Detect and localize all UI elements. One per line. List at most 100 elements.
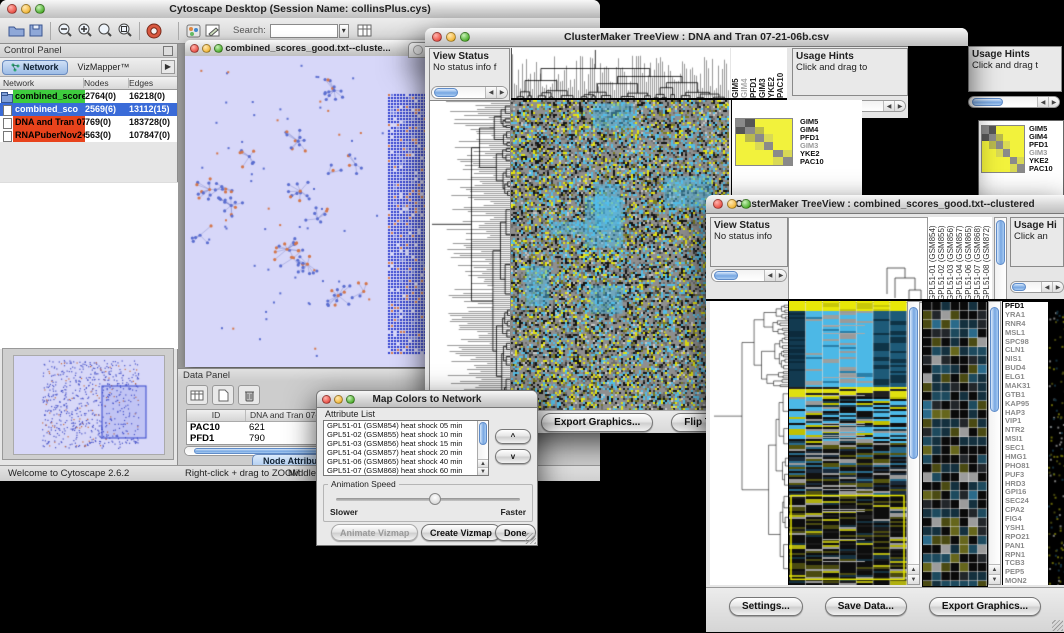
- column-label[interactable]: GIM5: [731, 48, 740, 98]
- zoom-heatmap[interactable]: [922, 301, 988, 587]
- gene-name[interactable]: MON2: [1005, 577, 1048, 585]
- close-icon[interactable]: [7, 4, 17, 14]
- attribute-item[interactable]: GPL51-04 (GSM857) heat shock 20 min: [324, 448, 476, 457]
- treeview-action-button[interactable]: Settings...: [729, 597, 803, 616]
- column-label[interactable]: PAC10: [776, 48, 785, 98]
- gene-label[interactable]: PAC10: [1029, 165, 1053, 173]
- annotation-icon[interactable]: [203, 22, 223, 40]
- main-titlebar[interactable]: Cytoscape Desktop (Session Name: collins…: [0, 0, 600, 19]
- slider-thumb[interactable]: [429, 493, 441, 505]
- genelist-vscrollbar[interactable]: ▲▼: [988, 301, 1001, 585]
- expression-heatmap[interactable]: [788, 301, 907, 585]
- col-header-id[interactable]: ID: [187, 410, 246, 421]
- treeview-action-button[interactable]: Export Graphics...: [929, 597, 1041, 616]
- row-dendrogram[interactable]: [429, 100, 511, 422]
- attribute-listbox[interactable]: GPL51-01 (GSM854) heat shock 05 minGPL51…: [323, 420, 489, 476]
- usage-hints-scrollbar[interactable]: ◀▶: [968, 96, 1060, 108]
- column-dendrogram[interactable]: [788, 217, 928, 303]
- column-label[interactable]: PFD1: [749, 48, 758, 98]
- network-list-row[interactable]: RNAPuberNov2+! 563(0) 107847(0): [0, 129, 177, 142]
- speed-slider[interactable]: [336, 498, 520, 501]
- treeview-action-button[interactable]: Export Graphics...: [541, 413, 653, 432]
- array-label[interactable]: GPL51-01 (GSM854): [928, 217, 937, 301]
- minimize-icon[interactable]: [202, 44, 211, 53]
- zoom-window-icon[interactable]: [741, 199, 751, 209]
- view-status-scrollbar[interactable]: ◀▶: [431, 86, 508, 99]
- attribute-item[interactable]: GPL51-01 (GSM854) heat shock 05 min: [324, 421, 476, 430]
- zoom-selected-icon[interactable]: [115, 22, 135, 40]
- array-label[interactable]: GPL51-06 (GSM865): [964, 217, 973, 301]
- zoom-window-icon[interactable]: [35, 4, 45, 14]
- delete-attribute-trash-icon[interactable]: [238, 385, 260, 405]
- heatmap-vscrollbar[interactable]: ▲▼: [907, 301, 920, 585]
- zoom-in-icon[interactable]: [75, 22, 95, 40]
- search-dropdown-icon[interactable]: ▾: [339, 24, 349, 38]
- treeview2-titlebar[interactable]: ClusterMaker TreeView : combined_scores_…: [706, 195, 1064, 214]
- network-table-header[interactable]: Network Nodes Edges: [0, 77, 177, 90]
- minimize-icon[interactable]: [727, 199, 737, 209]
- create-vizmap-button[interactable]: Create Vizmap: [421, 524, 501, 541]
- array-label[interactable]: GPL51-02 (GSM855): [937, 217, 946, 301]
- close-icon[interactable]: [713, 199, 723, 209]
- minimize-icon[interactable]: [334, 395, 343, 404]
- treeview1-titlebar[interactable]: ClusterMaker TreeView : DNA and Tran 07-…: [425, 28, 968, 47]
- minimize-icon[interactable]: [21, 4, 31, 14]
- zoom-window-icon[interactable]: [460, 32, 470, 42]
- network-canvas[interactable]: [185, 56, 431, 367]
- zoom-fit-icon[interactable]: [95, 22, 115, 40]
- gene-label[interactable]: PAC10: [800, 158, 824, 166]
- zoom-out-icon[interactable]: [55, 22, 75, 40]
- network-list-row[interactable]: combined_scores 2764(0) 16218(0): [0, 90, 177, 103]
- attribute-item[interactable]: GPL51-02 (GSM855) heat shock 10 min: [324, 430, 476, 439]
- open-folder-icon[interactable]: [6, 22, 26, 40]
- column-label[interactable]: GIM4: [740, 48, 749, 98]
- network-list-row[interactable]: DNA and Tran 07 769(0) 183728(0): [0, 116, 177, 129]
- minimize-icon[interactable]: [446, 32, 456, 42]
- array-label[interactable]: GPL51-08 (GSM872): [982, 217, 991, 301]
- usage-hints-scrollbar[interactable]: ◀▶: [1010, 281, 1064, 293]
- column-label[interactable]: GIM3: [758, 48, 767, 98]
- move-down-button[interactable]: v: [495, 449, 531, 464]
- move-up-button[interactable]: ^: [495, 429, 531, 444]
- tab-overflow-arrow[interactable]: ▶: [161, 60, 175, 74]
- inactive-close-icon[interactable]: [413, 45, 423, 55]
- column-label[interactable]: YKE2: [767, 48, 776, 98]
- array-label[interactable]: GPL51-03 (GSM856): [946, 217, 955, 301]
- search-input[interactable]: [270, 24, 338, 38]
- resize-grip[interactable]: [1052, 620, 1063, 631]
- column-dendrogram[interactable]: [511, 48, 730, 100]
- close-icon[interactable]: [322, 395, 331, 404]
- resize-grip[interactable]: [525, 533, 536, 544]
- tab-vizmapper[interactable]: VizMapper™: [68, 62, 140, 72]
- attribute-item[interactable]: GPL51-07 (GSM868) heat shock 60 min: [324, 466, 476, 475]
- attribute-item[interactable]: GPL51-06 (GSM865) heat shock 40 min: [324, 457, 476, 466]
- zoom-window-icon[interactable]: [214, 44, 223, 53]
- array-label[interactable]: GPL51-07 (GSM868): [973, 217, 982, 301]
- attribute-list-scrollbar[interactable]: ▲ ▼: [477, 421, 488, 475]
- treeview-action-button[interactable]: Save Data...: [825, 597, 907, 616]
- correlation-matrix[interactable]: [981, 125, 1025, 173]
- array-label[interactable]: GPL51-04 (GSM857): [955, 217, 964, 301]
- network-view-titlebar[interactable]: combined_scores_good.txt--cluste...: [185, 40, 431, 57]
- vizmapper-nodes-icon[interactable]: [183, 22, 203, 40]
- view-status-scrollbar[interactable]: ◀▶: [711, 269, 787, 282]
- float-panel-icon[interactable]: [163, 46, 173, 56]
- tab-network[interactable]: Network: [2, 60, 68, 75]
- network-list-row[interactable]: combined_sco 2569(6) 13112(15): [0, 103, 177, 116]
- gene-dendrogram[interactable]: [710, 301, 788, 585]
- attribute-select-icon[interactable]: [186, 385, 208, 405]
- zoom-window-icon[interactable]: [346, 395, 355, 404]
- birdseye-view[interactable]: [13, 355, 165, 455]
- new-attribute-icon[interactable]: [212, 385, 234, 405]
- help-lifebuoy-icon[interactable]: [144, 22, 164, 40]
- correlation-matrix[interactable]: [735, 118, 793, 166]
- save-icon[interactable]: [26, 22, 46, 40]
- expression-heatmap[interactable]: [511, 100, 729, 420]
- dialog-titlebar[interactable]: Map Colors to Network: [317, 391, 537, 408]
- top-vscrollbar[interactable]: [994, 217, 1007, 301]
- close-icon[interactable]: [190, 44, 199, 53]
- attribute-table-icon[interactable]: [355, 22, 375, 40]
- close-icon[interactable]: [432, 32, 442, 42]
- window-controls[interactable]: [7, 4, 45, 14]
- attribute-item[interactable]: GPL51-03 (GSM856) heat shock 15 min: [324, 439, 476, 448]
